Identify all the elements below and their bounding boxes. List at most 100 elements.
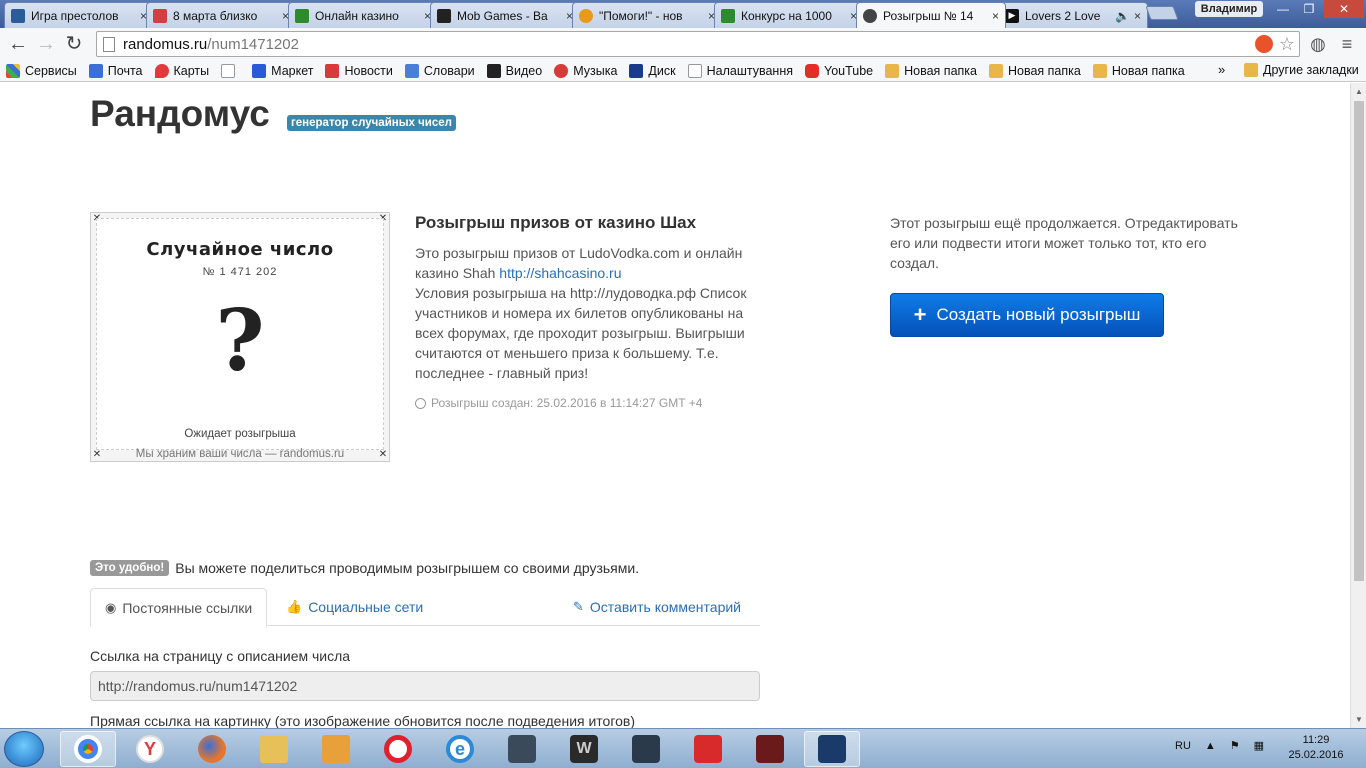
bookmark-label: Почта <box>107 63 143 78</box>
bookmark-item[interactable]: Видео <box>486 63 543 78</box>
back-icon[interactable]: ← <box>6 32 30 56</box>
taskbar-pokerstars[interactable] <box>680 731 736 767</box>
address-bar[interactable]: randomus.ru/num1471202 ☆ <box>96 31 1300 57</box>
reload-icon[interactable]: ↻ <box>62 32 86 56</box>
bookmark-item[interactable]: Диск <box>629 63 676 78</box>
bookmark-item[interactable]: Сервисы <box>6 63 77 78</box>
bookmark-item[interactable]: Налаштування <box>687 63 793 78</box>
card-footer: Мы храним ваши числа — randomus.ru <box>135 448 345 460</box>
page-scrollbar[interactable]: ▲ ▼ <box>1350 83 1366 728</box>
bookmarks-bar: Сервисы Почта Карты Маркет Новости Слова… <box>0 60 1366 82</box>
bookmark-item[interactable]: Музыка <box>554 63 617 78</box>
tray-expand-icon[interactable]: ▲ <box>1205 740 1216 752</box>
clock-date: 25.02.2016 <box>1288 749 1344 761</box>
wings-icon <box>508 735 536 763</box>
tab-social-networks[interactable]: 👍 Социальные сети <box>272 588 437 626</box>
internet-explorer-icon: e <box>446 735 474 763</box>
tab-title: Lovers 2 Love <box>1025 8 1101 23</box>
tab-favicon-icon <box>153 8 167 23</box>
language-indicator[interactable]: RU <box>1175 740 1191 752</box>
scroll-up-icon[interactable]: ▲ <box>1355 87 1363 96</box>
browser-tab[interactable]: "Помоги!" - нов × <box>572 2 722 28</box>
page-icon <box>221 63 236 78</box>
description-text: Условия розыгрыша на http://лудоводка.рф… <box>415 285 747 381</box>
folder-icon <box>988 63 1003 78</box>
taskbar-wargaming[interactable] <box>494 731 550 767</box>
card-title: Случайное число <box>146 239 334 260</box>
bookmark-label: Сервисы <box>25 63 77 78</box>
tab-title: Mob Games - Ва <box>457 8 548 23</box>
bookmark-item[interactable]: Почта <box>88 63 143 78</box>
bookmark-star-icon[interactable]: ☆ <box>1279 35 1295 53</box>
bookmark-item[interactable] <box>221 63 240 78</box>
tab-favicon-icon <box>863 8 877 23</box>
bookmark-label: Новая папка <box>1007 63 1081 78</box>
bookmark-item[interactable]: Маркет <box>252 63 313 78</box>
card-status: Ожидает розыгрыша <box>184 428 296 440</box>
taskbar-poker-client[interactable] <box>804 731 860 767</box>
windows-taskbar: Y e W RU ▲ ⚑ ▦ 11:29 25.02.2016 <box>0 728 1366 768</box>
profile-button[interactable]: Владимир <box>1195 1 1263 17</box>
network-icon[interactable]: ▦ <box>1254 739 1264 752</box>
browser-tab[interactable]: ▶ Lovers 2 Love 🔈 × <box>998 2 1148 28</box>
taskbar-ie[interactable]: e <box>432 731 488 767</box>
taskbar-opera[interactable] <box>370 731 426 767</box>
scroll-thumb[interactable] <box>1354 101 1364 581</box>
bookmarks-overflow-button[interactable]: » <box>1218 62 1225 77</box>
speaker-icon: 🔈 <box>1115 8 1130 23</box>
restore-icon[interactable]: ❐ <box>1296 0 1322 18</box>
taskbar-firefox[interactable] <box>184 731 240 767</box>
browser-tab[interactable]: Конкурс на 1000 × <box>714 2 864 28</box>
yandex-icon: Y <box>136 735 164 763</box>
taskbar-chrome[interactable] <box>60 731 116 767</box>
browser-tab[interactable]: 8 марта близко × <box>146 2 296 28</box>
tab-title: Онлайн казино <box>315 8 399 23</box>
question-mark: ? <box>215 291 265 390</box>
page-link-field[interactable]: http://randomus.ru/num1471202 <box>90 671 760 701</box>
scroll-down-icon[interactable]: ▼ <box>1355 715 1363 724</box>
taskbar-full-tilt[interactable] <box>742 731 798 767</box>
browser-tab[interactable]: Mob Games - Ва × <box>430 2 580 28</box>
close-window-icon[interactable]: ✕ <box>1324 0 1364 18</box>
bookmark-item[interactable]: Новости <box>325 63 393 78</box>
taskbar-yandex[interactable]: Y <box>122 731 178 767</box>
bookmark-label: Новости <box>344 63 393 78</box>
taskbar-explorer[interactable] <box>246 731 302 767</box>
extension-icon[interactable] <box>1254 35 1273 53</box>
other-bookmarks-folder[interactable]: Другие закладки <box>1244 63 1359 77</box>
close-icon[interactable]: × <box>1134 9 1141 23</box>
casino-link[interactable]: http://shahcasino.ru <box>499 265 621 281</box>
forward-icon[interactable]: → <box>34 32 58 56</box>
tab-leave-comment[interactable]: ✎ Оставить комментарий <box>559 588 755 626</box>
url-path: /num1471202 <box>207 35 299 53</box>
minimize-icon[interactable]: — <box>1270 0 1296 18</box>
bookmark-label: Видео <box>505 63 543 78</box>
system-clock[interactable]: 11:29 25.02.2016 <box>1280 733 1352 763</box>
tab-title: "Помоги!" - нов <box>599 8 683 23</box>
bookmark-folder[interactable]: Новая папка <box>988 63 1081 78</box>
taskbar-world-of-warships[interactable] <box>618 731 674 767</box>
bookmark-item[interactable]: Карты <box>154 63 209 78</box>
clock-time: 11:29 <box>1302 734 1330 746</box>
globe-icon[interactable]: ◍ <box>1307 33 1329 55</box>
site-logo[interactable]: Рандомус <box>90 93 270 135</box>
folder-icon <box>1092 63 1107 78</box>
taskbar-media-player[interactable] <box>308 731 364 767</box>
bookmark-item[interactable]: Словари <box>404 63 475 78</box>
new-tab-button[interactable] <box>1145 6 1179 20</box>
browser-tab[interactable]: Игра престолов × <box>4 2 154 28</box>
bookmark-folder[interactable]: Новая папка <box>1092 63 1185 78</box>
close-icon[interactable]: × <box>992 9 999 23</box>
tab-permanent-links[interactable]: ◉ Постоянные ссылки <box>90 588 268 627</box>
bookmark-folder[interactable]: Новая папка <box>885 63 977 78</box>
menu-icon[interactable]: ≡ <box>1336 33 1358 55</box>
taskbar-world-of-tanks[interactable]: W <box>556 731 612 767</box>
create-new-lottery-button[interactable]: + Создать новый розыгрыш <box>890 293 1164 337</box>
tab-favicon-icon <box>721 8 735 23</box>
browser-tab[interactable]: Онлайн казино × <box>288 2 438 28</box>
flag-icon[interactable]: ⚑ <box>1230 739 1240 752</box>
bookmark-item[interactable]: YouTube <box>805 63 873 78</box>
start-button[interactable] <box>4 731 44 767</box>
share-text: Вы можете поделиться проводимым розыгрыш… <box>175 560 640 576</box>
browser-tab-active[interactable]: Розыгрыш № 14 × <box>856 2 1006 28</box>
